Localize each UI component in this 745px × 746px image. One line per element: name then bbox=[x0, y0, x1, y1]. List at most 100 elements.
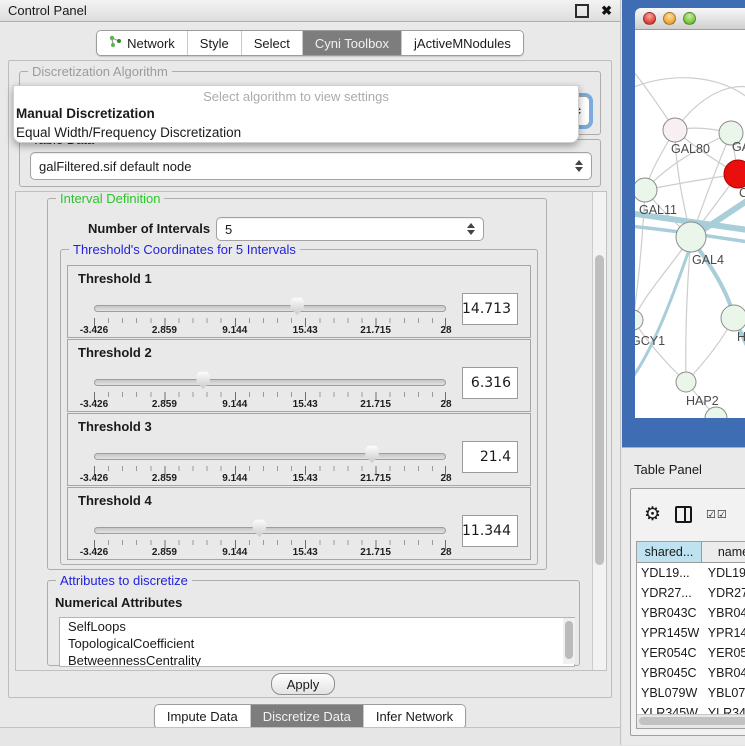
tick-label: 21.715 bbox=[360, 473, 391, 484]
table-rows: YDL19...YDL19...YDR27...YDR27...YBR043CY… bbox=[637, 563, 745, 729]
group-title: Discretization Algorithm bbox=[28, 64, 172, 79]
slider-track[interactable] bbox=[94, 527, 446, 534]
slider-handle[interactable] bbox=[289, 297, 305, 315]
network-graph: GAL80GACGAL11GAL4GCY1HHAP2 bbox=[635, 30, 745, 418]
name-cell: YDR27... bbox=[702, 586, 745, 600]
scrollbar-thumb[interactable] bbox=[639, 717, 745, 725]
table-header-row: shared... name bbox=[637, 542, 745, 563]
network-node-GAL80[interactable] bbox=[663, 118, 687, 142]
tick-label: 9.144 bbox=[222, 547, 247, 558]
network-node-GAL4[interactable] bbox=[676, 222, 706, 252]
threshold-value-field[interactable]: 14.713 bbox=[462, 293, 518, 325]
network-node-H-node[interactable] bbox=[721, 305, 745, 331]
apply-button[interactable]: Apply bbox=[271, 673, 335, 695]
attribute-item[interactable]: TopologicalCoefficient bbox=[60, 635, 574, 652]
number-of-intervals-label: Number of Intervals bbox=[88, 221, 210, 236]
node-label: GCY1 bbox=[635, 334, 665, 348]
tick-label: 28 bbox=[440, 325, 451, 336]
settings-scroll-area: Interval Definition Number of Intervals … bbox=[15, 191, 607, 671]
network-node-GCY1[interactable] bbox=[635, 310, 643, 330]
threshold-value-field[interactable]: 21.4 bbox=[462, 441, 518, 473]
scrollbar-thumb[interactable] bbox=[565, 621, 573, 659]
settings-scrollbar[interactable] bbox=[592, 192, 606, 670]
attribute-item[interactable]: SelfLoops bbox=[60, 618, 574, 635]
number-of-intervals-select[interactable]: 5 bbox=[216, 217, 484, 241]
tab-network[interactable]: Network bbox=[97, 31, 187, 55]
tick-label: 28 bbox=[440, 399, 451, 410]
tab-jactivemnodules[interactable]: jActiveMNodules bbox=[401, 31, 523, 55]
table-row[interactable]: YDL19...YDL19... bbox=[637, 563, 745, 583]
shared-name-cell: YDR27... bbox=[637, 586, 702, 600]
slider-handle[interactable] bbox=[364, 445, 380, 463]
slider-handle[interactable] bbox=[251, 519, 267, 537]
tab-label: Infer Network bbox=[376, 709, 453, 724]
slider-tick-labels: -3.426 2.859 9.144 15.43 21.715 28 bbox=[94, 547, 446, 559]
table-row[interactable]: YDR27...YDR27... bbox=[637, 583, 745, 603]
slider-track[interactable] bbox=[94, 453, 446, 460]
network-node-red-node[interactable] bbox=[724, 160, 745, 188]
table-row[interactable]: YPR145WYPR145W bbox=[637, 623, 745, 643]
attribute-item[interactable]: BetweennessCentrality bbox=[60, 652, 574, 667]
network-canvas[interactable]: GAL80GACGAL11GAL4GCY1HHAP2 bbox=[635, 30, 745, 418]
tab-label: Style bbox=[200, 36, 229, 51]
columns-icon[interactable] bbox=[675, 506, 692, 523]
node-label: GAL11 bbox=[639, 203, 677, 217]
slider-track[interactable] bbox=[94, 305, 446, 312]
cyni-toolbox-panel: Discretization Algorithm Select algorith… bbox=[8, 60, 612, 698]
threshold-label: Threshold 4 bbox=[78, 493, 152, 508]
threshold-slider[interactable] bbox=[94, 444, 446, 464]
screen: { "window": {"title": "Control Panel"}, … bbox=[0, 0, 745, 745]
tab-cyni-toolbox[interactable]: Cyni Toolbox bbox=[302, 31, 401, 55]
minimize-traffic-light-icon[interactable] bbox=[663, 12, 676, 25]
table-data-select[interactable]: galFiltered.sif default node bbox=[30, 152, 592, 180]
slider-track[interactable] bbox=[94, 379, 446, 386]
tick-label: 15.43 bbox=[293, 399, 318, 410]
numerical-attributes-label: Numerical Attributes bbox=[55, 595, 182, 610]
gear-icon[interactable]: ⚙ bbox=[644, 505, 661, 524]
node-label: GAL4 bbox=[692, 253, 724, 267]
column-header-name[interactable]: name bbox=[702, 542, 745, 562]
dropdown-option-manual[interactable]: Manual Discretization bbox=[14, 104, 578, 123]
stepper-arrows-icon bbox=[467, 223, 475, 235]
table-panel-title: Table Panel bbox=[634, 462, 702, 477]
network-node-GAL11[interactable] bbox=[635, 178, 657, 202]
table-panel-box: ⚙ ☑☑ shared... name YDL19...YDL19...YDR2… bbox=[630, 488, 745, 736]
attributes-scrollbar[interactable] bbox=[563, 618, 575, 664]
table-hscrollbar[interactable] bbox=[637, 714, 745, 728]
numerical-attributes-list[interactable]: SelfLoopsTopologicalCoefficientBetweenne… bbox=[59, 617, 575, 667]
name-cell: YER054C bbox=[702, 646, 745, 660]
zoom-traffic-light-icon[interactable] bbox=[683, 12, 696, 25]
table-row[interactable]: YBR043CYBR043C bbox=[637, 603, 745, 623]
tick-label: 9.144 bbox=[222, 325, 247, 336]
threshold-value-field[interactable]: 11.344 bbox=[462, 515, 518, 547]
threshold-value-field[interactable]: 6.316 bbox=[462, 367, 518, 399]
tab-select[interactable]: Select bbox=[241, 31, 302, 55]
tab-infer-network[interactable]: Infer Network bbox=[363, 705, 465, 728]
table-row[interactable]: YBL079WYBL079W bbox=[637, 683, 745, 703]
table-row[interactable]: YBR045CYBR045C bbox=[637, 663, 745, 683]
tab-impute-data[interactable]: Impute Data bbox=[155, 705, 250, 728]
network-icon bbox=[109, 35, 122, 51]
column-header-shared-name[interactable]: shared... bbox=[637, 542, 702, 562]
threshold-slider[interactable] bbox=[94, 370, 446, 390]
tab-style[interactable]: Style bbox=[187, 31, 241, 55]
panel-title: Control Panel bbox=[8, 3, 575, 18]
dropdown-option-equal-width[interactable]: Equal Width/Frequency Discretization bbox=[14, 123, 578, 142]
network-node-HAP2[interactable] bbox=[676, 372, 696, 392]
checkbox-icons[interactable]: ☑☑ bbox=[706, 508, 728, 521]
threshold-panel: Threshold 3 -3.426 2.859 9.144 15.43 21.… bbox=[67, 413, 531, 486]
threshold-slider[interactable] bbox=[94, 518, 446, 538]
threshold-panel: Threshold 2 -3.426 2.859 9.144 15.43 21.… bbox=[67, 339, 531, 412]
slider-handle[interactable] bbox=[195, 371, 211, 389]
tick-label: -3.426 bbox=[80, 547, 108, 558]
close-traffic-light-icon[interactable] bbox=[643, 12, 656, 25]
scrollbar-thumb[interactable] bbox=[595, 255, 604, 565]
tab-discretize-data[interactable]: Discretize Data bbox=[250, 705, 363, 728]
close-icon[interactable]: ✖ bbox=[601, 4, 612, 17]
tab-label: Impute Data bbox=[167, 709, 238, 724]
float-window-icon[interactable] bbox=[575, 4, 589, 18]
table-row[interactable]: YER054CYER054C bbox=[637, 643, 745, 663]
network-nodes: GAL80GACGAL11GAL4GCY1HHAP2 bbox=[635, 118, 745, 418]
shared-name-cell: YER054C bbox=[637, 646, 702, 660]
threshold-slider[interactable] bbox=[94, 296, 446, 316]
